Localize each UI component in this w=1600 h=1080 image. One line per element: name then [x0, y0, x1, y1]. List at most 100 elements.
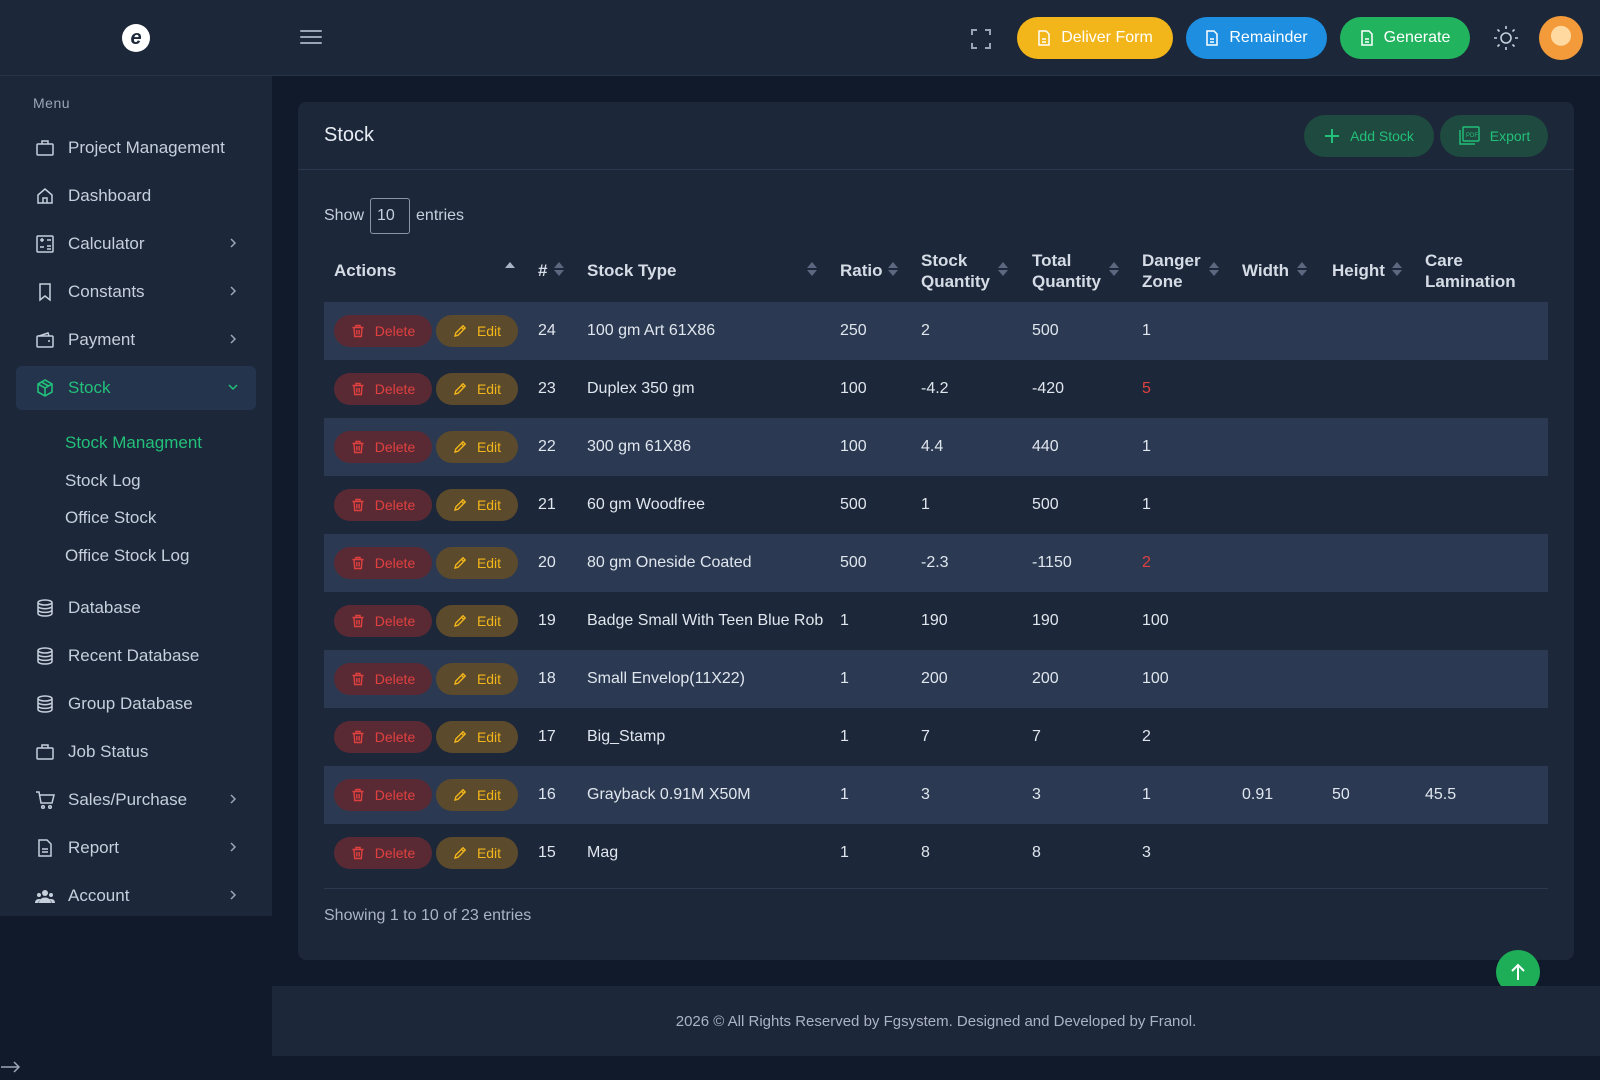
cell-total-qty: 7	[1032, 728, 1041, 745]
sidebar-item-calculator[interactable]: Calculator	[16, 222, 256, 266]
sidebar-item-account[interactable]: Account	[16, 874, 256, 918]
entries-per-page-input[interactable]	[370, 198, 411, 234]
sort-icon[interactable]	[1109, 260, 1119, 280]
theme-toggle-sun-icon[interactable]	[1493, 25, 1519, 51]
sidebar-item-label: Dashboard	[68, 186, 152, 205]
column-header-total-quantity[interactable]: Total Quantity	[1032, 250, 1101, 292]
edit-button[interactable]: Edit	[436, 663, 518, 695]
pencil-icon	[453, 788, 467, 802]
delete-button[interactable]: Delete	[334, 489, 432, 521]
column-header-danger-zone[interactable]: Danger Zone	[1142, 250, 1201, 292]
showing-entries-text: Showing 1 to 10 of 23 entries	[324, 907, 532, 924]
edit-button[interactable]: Edit	[436, 315, 518, 347]
sort-icon[interactable]	[505, 260, 515, 280]
column-header-ratio[interactable]: Ratio	[840, 260, 883, 281]
trash-icon	[351, 672, 365, 686]
sort-icon[interactable]	[998, 260, 1008, 280]
sort-icon[interactable]	[1297, 260, 1307, 280]
header-line: Zone	[1142, 272, 1183, 291]
submenu-stock-log[interactable]: Stock Log	[65, 471, 141, 491]
cell-danger: 1	[1142, 322, 1151, 339]
hamburger-menu-icon[interactable]	[300, 26, 322, 48]
submenu-office-stock-log[interactable]: Office Stock Log	[65, 546, 189, 566]
delete-label: Delete	[374, 845, 416, 861]
delete-button[interactable]: Delete	[334, 779, 432, 811]
cell-danger: 5	[1142, 380, 1151, 397]
delete-button[interactable]: Delete	[334, 663, 432, 695]
user-avatar[interactable]	[1539, 16, 1583, 60]
table-row: Delete Edit 23 Duplex 350 gm 100 -4.2 -420 5	[324, 360, 1548, 418]
sidebar-item-sales-purchase[interactable]: Sales/Purchase	[16, 778, 256, 822]
plus-icon	[1325, 129, 1340, 143]
edit-label: Edit	[476, 439, 502, 455]
sidebar-item-database[interactable]: Database	[16, 586, 256, 630]
table-row: Delete Edit 22 300 gm 61X86 100 4.4 440 1	[324, 418, 1548, 476]
delete-button[interactable]: Delete	[334, 605, 432, 637]
collapse-sidebar-arrow-icon[interactable]	[0, 1060, 22, 1074]
edit-button[interactable]: Edit	[436, 489, 518, 521]
sidebar-item-stock[interactable]: Stock	[16, 366, 256, 410]
sort-icon[interactable]	[888, 260, 898, 280]
delete-button[interactable]: Delete	[334, 431, 432, 463]
add-stock-button[interactable]: Add Stock	[1304, 115, 1434, 157]
export-button[interactable]: PDF Export	[1440, 115, 1548, 157]
table-row: Delete Edit 20 80 gm Oneside Coated 500 -2.3 -…	[324, 534, 1548, 592]
trash-icon	[351, 846, 365, 860]
cell-total-qty: 500	[1032, 322, 1059, 339]
sort-icon[interactable]	[1392, 260, 1402, 280]
remainder-button[interactable]: Remainder	[1186, 17, 1327, 59]
trash-icon	[351, 730, 365, 744]
submenu-office-stock[interactable]: Office Stock	[65, 508, 156, 528]
column-header-height[interactable]: Height	[1332, 260, 1385, 281]
column-header-care-lamination[interactable]: Care Lamination	[1425, 250, 1516, 292]
header-line: Quantity	[921, 272, 990, 291]
submenu-stock-managment[interactable]: Stock Managment	[65, 433, 202, 453]
column-header-actions[interactable]: Actions	[334, 260, 396, 281]
cart-icon	[34, 789, 56, 811]
cell-total-qty: 8	[1032, 844, 1041, 861]
delete-button[interactable]: Delete	[334, 547, 432, 579]
app-logo[interactable]: e	[122, 24, 150, 52]
sidebar-item-dashboard[interactable]: Dashboard	[16, 174, 256, 218]
column-header-width[interactable]: Width	[1242, 260, 1289, 281]
sidebar-item-recent-database[interactable]: Recent Database	[16, 634, 256, 678]
column-header-stock-type[interactable]: Stock Type	[587, 260, 676, 281]
cell-stock-qty: 1	[921, 496, 930, 513]
cell-id: 16	[538, 786, 556, 803]
delete-button[interactable]: Delete	[334, 721, 432, 753]
sort-icon[interactable]	[807, 260, 817, 280]
generate-button[interactable]: Generate	[1340, 17, 1470, 59]
sidebar-item-payment[interactable]: Payment	[16, 318, 256, 362]
edit-button[interactable]: Edit	[436, 373, 518, 405]
delete-button[interactable]: Delete	[334, 315, 432, 347]
delete-button[interactable]: Delete	[334, 837, 432, 869]
edit-button[interactable]: Edit	[436, 779, 518, 811]
cell-ratio: 500	[840, 496, 867, 513]
delete-button[interactable]: Delete	[334, 373, 432, 405]
generate-label: Generate	[1383, 29, 1451, 46]
column-header-stock-quantity[interactable]: Stock Quantity	[921, 250, 990, 292]
box-icon	[34, 377, 56, 399]
sidebar-item-constants[interactable]: Constants	[16, 270, 256, 314]
cell-type: Badge Small With Teen Blue Rob	[587, 612, 824, 629]
edit-button[interactable]: Edit	[436, 721, 518, 753]
sidebar-item-job-status[interactable]: Job Status	[16, 730, 256, 774]
sidebar-item-group-database[interactable]: Group Database	[16, 682, 256, 726]
cell-ratio: 250	[840, 322, 867, 339]
cell-total-qty: 3	[1032, 786, 1041, 803]
sidebar-item-project-management[interactable]: Project Management	[16, 126, 256, 170]
delete-label: Delete	[374, 323, 416, 339]
fullscreen-icon[interactable]	[970, 28, 992, 50]
edit-label: Edit	[476, 671, 502, 687]
edit-button[interactable]: Edit	[436, 547, 518, 579]
edit-button[interactable]: Edit	[436, 837, 518, 869]
sidebar-item-report[interactable]: Report	[16, 826, 256, 870]
deliver-form-button[interactable]: Deliver Form	[1017, 17, 1173, 59]
chevron-right-icon	[230, 794, 237, 804]
edit-button[interactable]: Edit	[436, 431, 518, 463]
edit-button[interactable]: Edit	[436, 605, 518, 637]
cell-stock-qty: -2.3	[921, 554, 949, 571]
sort-icon[interactable]	[1209, 260, 1219, 280]
sort-icon[interactable]	[554, 260, 564, 280]
column-header-number[interactable]: #	[538, 260, 547, 281]
